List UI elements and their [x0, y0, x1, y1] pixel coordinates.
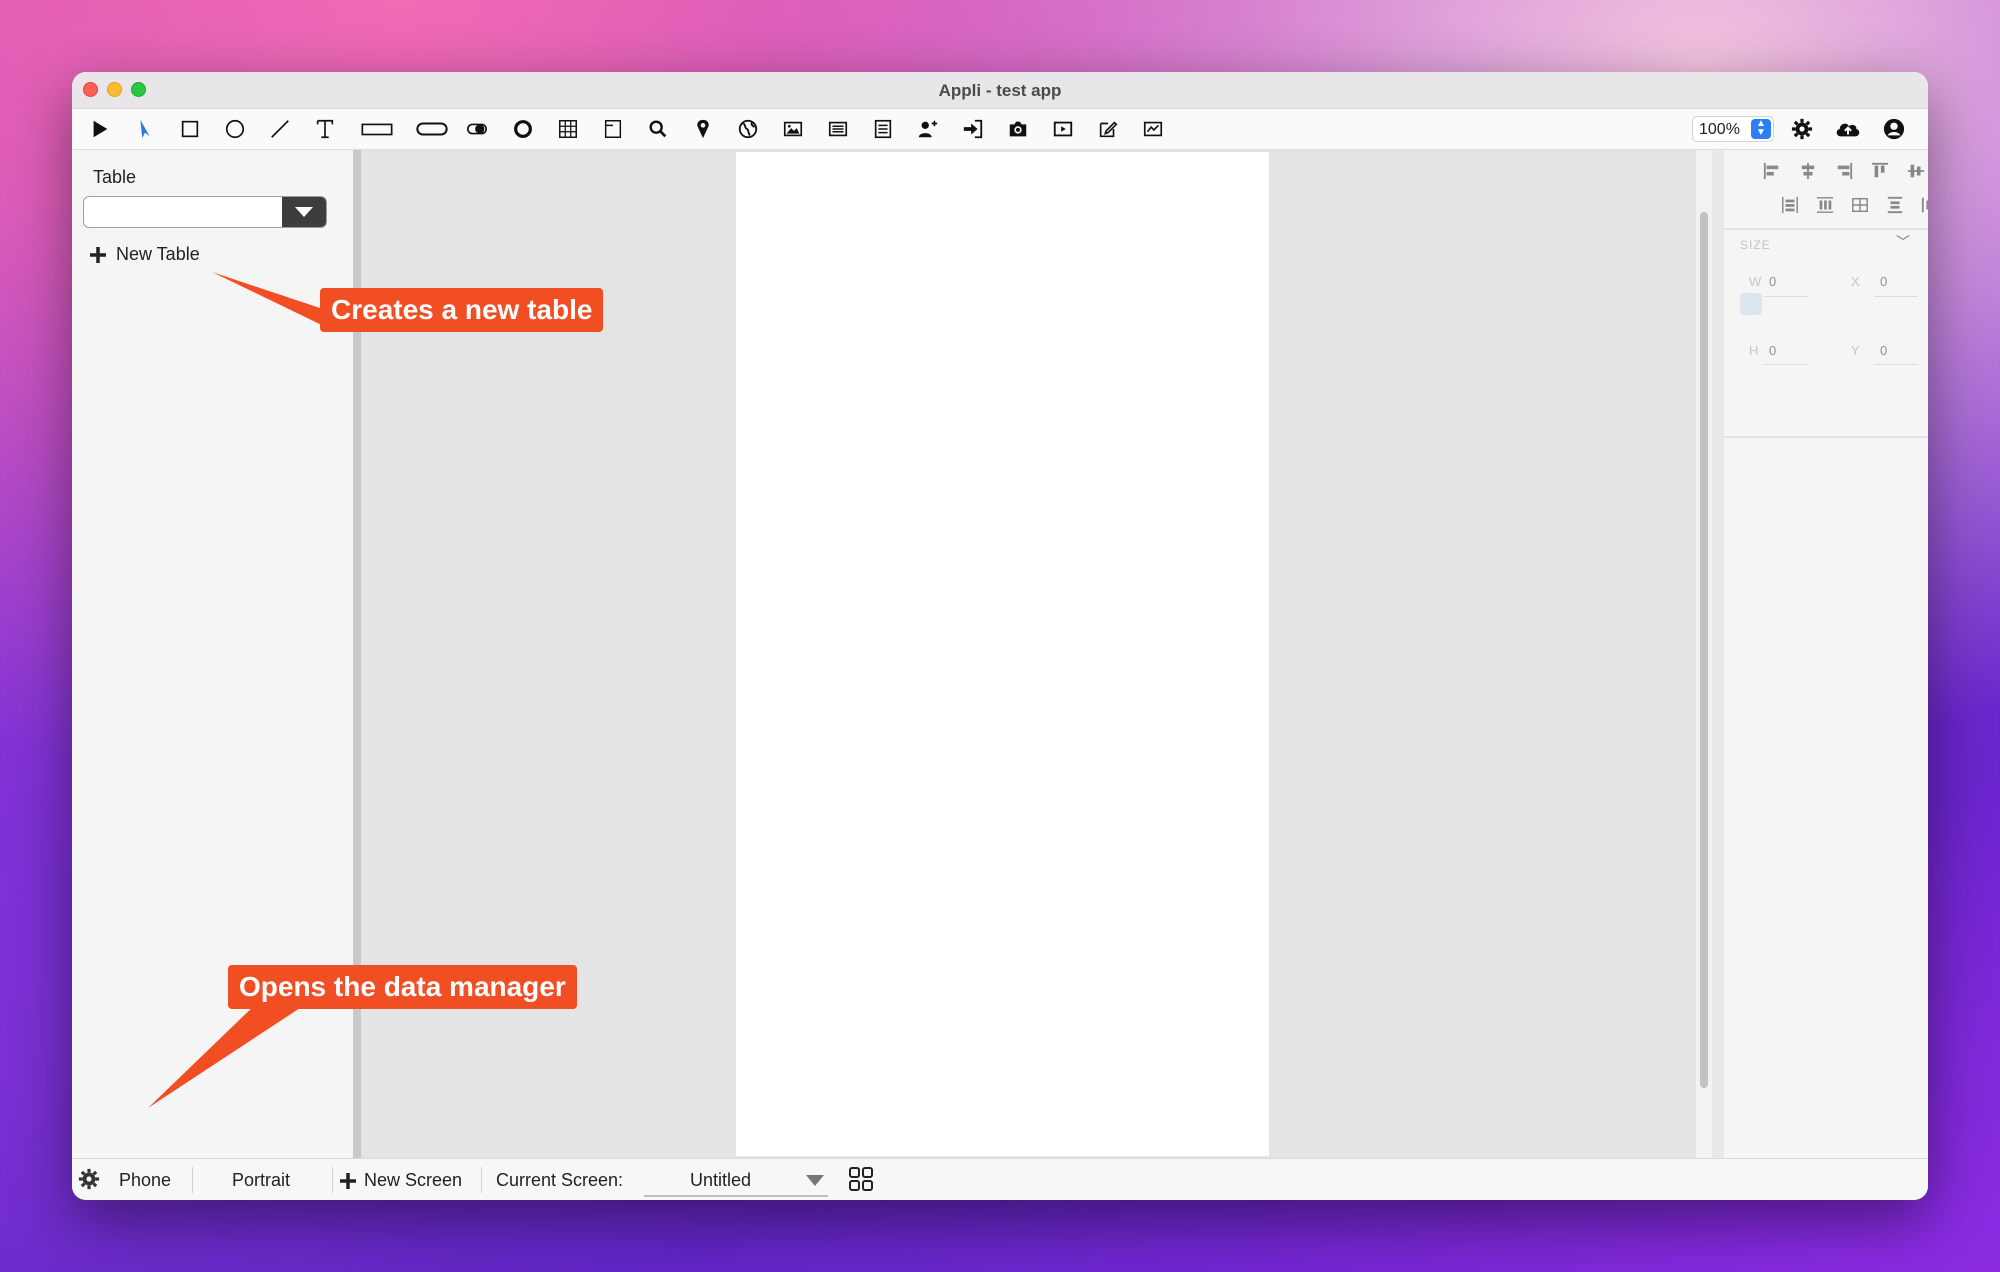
account-icon[interactable] — [1881, 116, 1907, 142]
pointer-icon[interactable] — [132, 116, 158, 142]
new-table-button[interactable]: New Table — [88, 244, 200, 265]
toggle-icon[interactable] — [464, 116, 490, 142]
y-label: Y — [1851, 343, 1860, 358]
scrollbar-thumb[interactable] — [1700, 212, 1708, 1088]
phone-screen-canvas[interactable] — [736, 152, 1269, 1156]
align-right-icon[interactable] — [1833, 160, 1855, 182]
current-screen-label: Current Screen: — [496, 1170, 624, 1190]
form-icon[interactable] — [870, 116, 896, 142]
new-screen-label: New Screen — [364, 1170, 463, 1190]
list-icon[interactable] — [825, 116, 851, 142]
rectangle-icon[interactable] — [177, 116, 203, 142]
zoom-select[interactable]: 100% ▲ ▼ — [1692, 116, 1774, 142]
status-bar: Phone Portrait New Screen Current Screen… — [72, 1158, 1928, 1200]
divider — [192, 1167, 193, 1193]
inspector-panel: SIZE ﹀ W 0 X 0 H 0 Y 0 ⊘ ‹/› — [1724, 150, 1928, 1200]
video-icon[interactable] — [1050, 116, 1076, 142]
width-field[interactable]: 0 — [1769, 274, 1776, 289]
height-label: H — [1749, 343, 1759, 358]
align-top-icon[interactable] — [1869, 160, 1891, 182]
button-icon[interactable] — [414, 116, 450, 142]
cloud-upload-icon[interactable] — [1833, 116, 1863, 142]
align-center-icon[interactable] — [1797, 160, 1819, 182]
space-horizontal-icon[interactable] — [1919, 194, 1928, 216]
text-field-icon[interactable] — [359, 116, 395, 142]
vertical-scrollbar[interactable] — [1696, 150, 1712, 1158]
globe-icon[interactable] — [735, 116, 761, 142]
search-icon[interactable] — [645, 116, 671, 142]
text-icon[interactable] — [312, 116, 338, 142]
field-underline — [1874, 364, 1918, 365]
camera-icon[interactable] — [1005, 116, 1031, 142]
map-pin-icon[interactable] — [690, 116, 716, 142]
plus-icon — [340, 1172, 356, 1189]
width-label: W — [1749, 274, 1762, 289]
page-icon[interactable] — [600, 116, 626, 142]
ellipse-icon[interactable] — [222, 116, 248, 142]
edit-icon[interactable] — [1095, 116, 1121, 142]
radio-icon[interactable] — [510, 116, 536, 142]
data-manager-callout: Opens the data manager — [228, 965, 577, 1009]
add-user-icon[interactable] — [915, 116, 941, 142]
dropdown-arrow-icon[interactable] — [282, 197, 326, 227]
settings-icon[interactable] — [1789, 116, 1815, 142]
divider — [481, 1167, 482, 1193]
play-icon[interactable] — [87, 116, 113, 142]
current-screen-value: Untitled — [690, 1170, 752, 1190]
distribute-vertical-icon[interactable] — [1779, 194, 1801, 216]
size-section-title: SIZE — [1740, 238, 1771, 252]
image-icon[interactable] — [780, 116, 806, 142]
table-select[interactable] — [83, 196, 327, 228]
field-underline — [1764, 296, 1808, 297]
space-vertical-icon[interactable] — [1884, 194, 1906, 216]
divider — [1724, 228, 1928, 230]
height-field[interactable]: 0 — [1769, 343, 1776, 358]
chevron-down-icon[interactable] — [806, 1175, 824, 1186]
lock-ratio-icon[interactable] — [1740, 293, 1762, 315]
plus-icon — [90, 246, 106, 263]
app-window: Appli - test app 100% ▲ ▼ Table New Tabl… — [72, 72, 1928, 1200]
title-bar: Appli - test app — [72, 72, 1928, 109]
field-underline — [1764, 364, 1808, 365]
toolbar: 100% ▲ ▼ — [72, 109, 1928, 150]
current-screen-select[interactable]: Untitled — [644, 1163, 828, 1197]
panel-gap — [1712, 150, 1724, 1158]
screens-grid-icon[interactable] — [848, 1166, 874, 1197]
distribute-center-icon[interactable] — [1849, 194, 1871, 216]
zoom-value: 100% — [1699, 121, 1740, 138]
x-field[interactable]: 0 — [1880, 274, 1887, 289]
login-icon[interactable] — [960, 116, 986, 142]
line-icon[interactable] — [267, 116, 293, 142]
divider — [1724, 436, 1928, 438]
device-settings-icon[interactable] — [78, 1168, 100, 1195]
field-underline — [1874, 296, 1918, 297]
orientation-select[interactable]: Portrait — [232, 1170, 290, 1191]
x-label: X — [1851, 274, 1860, 289]
table-label: Table — [93, 167, 137, 187]
chevron-down-icon[interactable]: ﹀ — [1896, 232, 1910, 252]
new-table-label: New Table — [116, 244, 200, 264]
divider — [332, 1167, 333, 1193]
grid-icon[interactable] — [555, 116, 581, 142]
align-middle-icon[interactable] — [1905, 160, 1927, 182]
align-left-icon[interactable] — [1761, 160, 1783, 182]
chart-icon[interactable] — [1140, 116, 1166, 142]
zoom-stepper-icon[interactable]: ▲ ▼ — [1751, 119, 1771, 139]
new-screen-button[interactable]: New Screen — [338, 1170, 462, 1191]
new-table-callout: Creates a new table — [320, 288, 604, 332]
window-title: Appli - test app — [938, 81, 1062, 100]
device-select[interactable]: Phone — [119, 1170, 171, 1191]
distribute-horizontal-icon[interactable] — [1814, 194, 1836, 216]
y-field[interactable]: 0 — [1880, 343, 1887, 358]
